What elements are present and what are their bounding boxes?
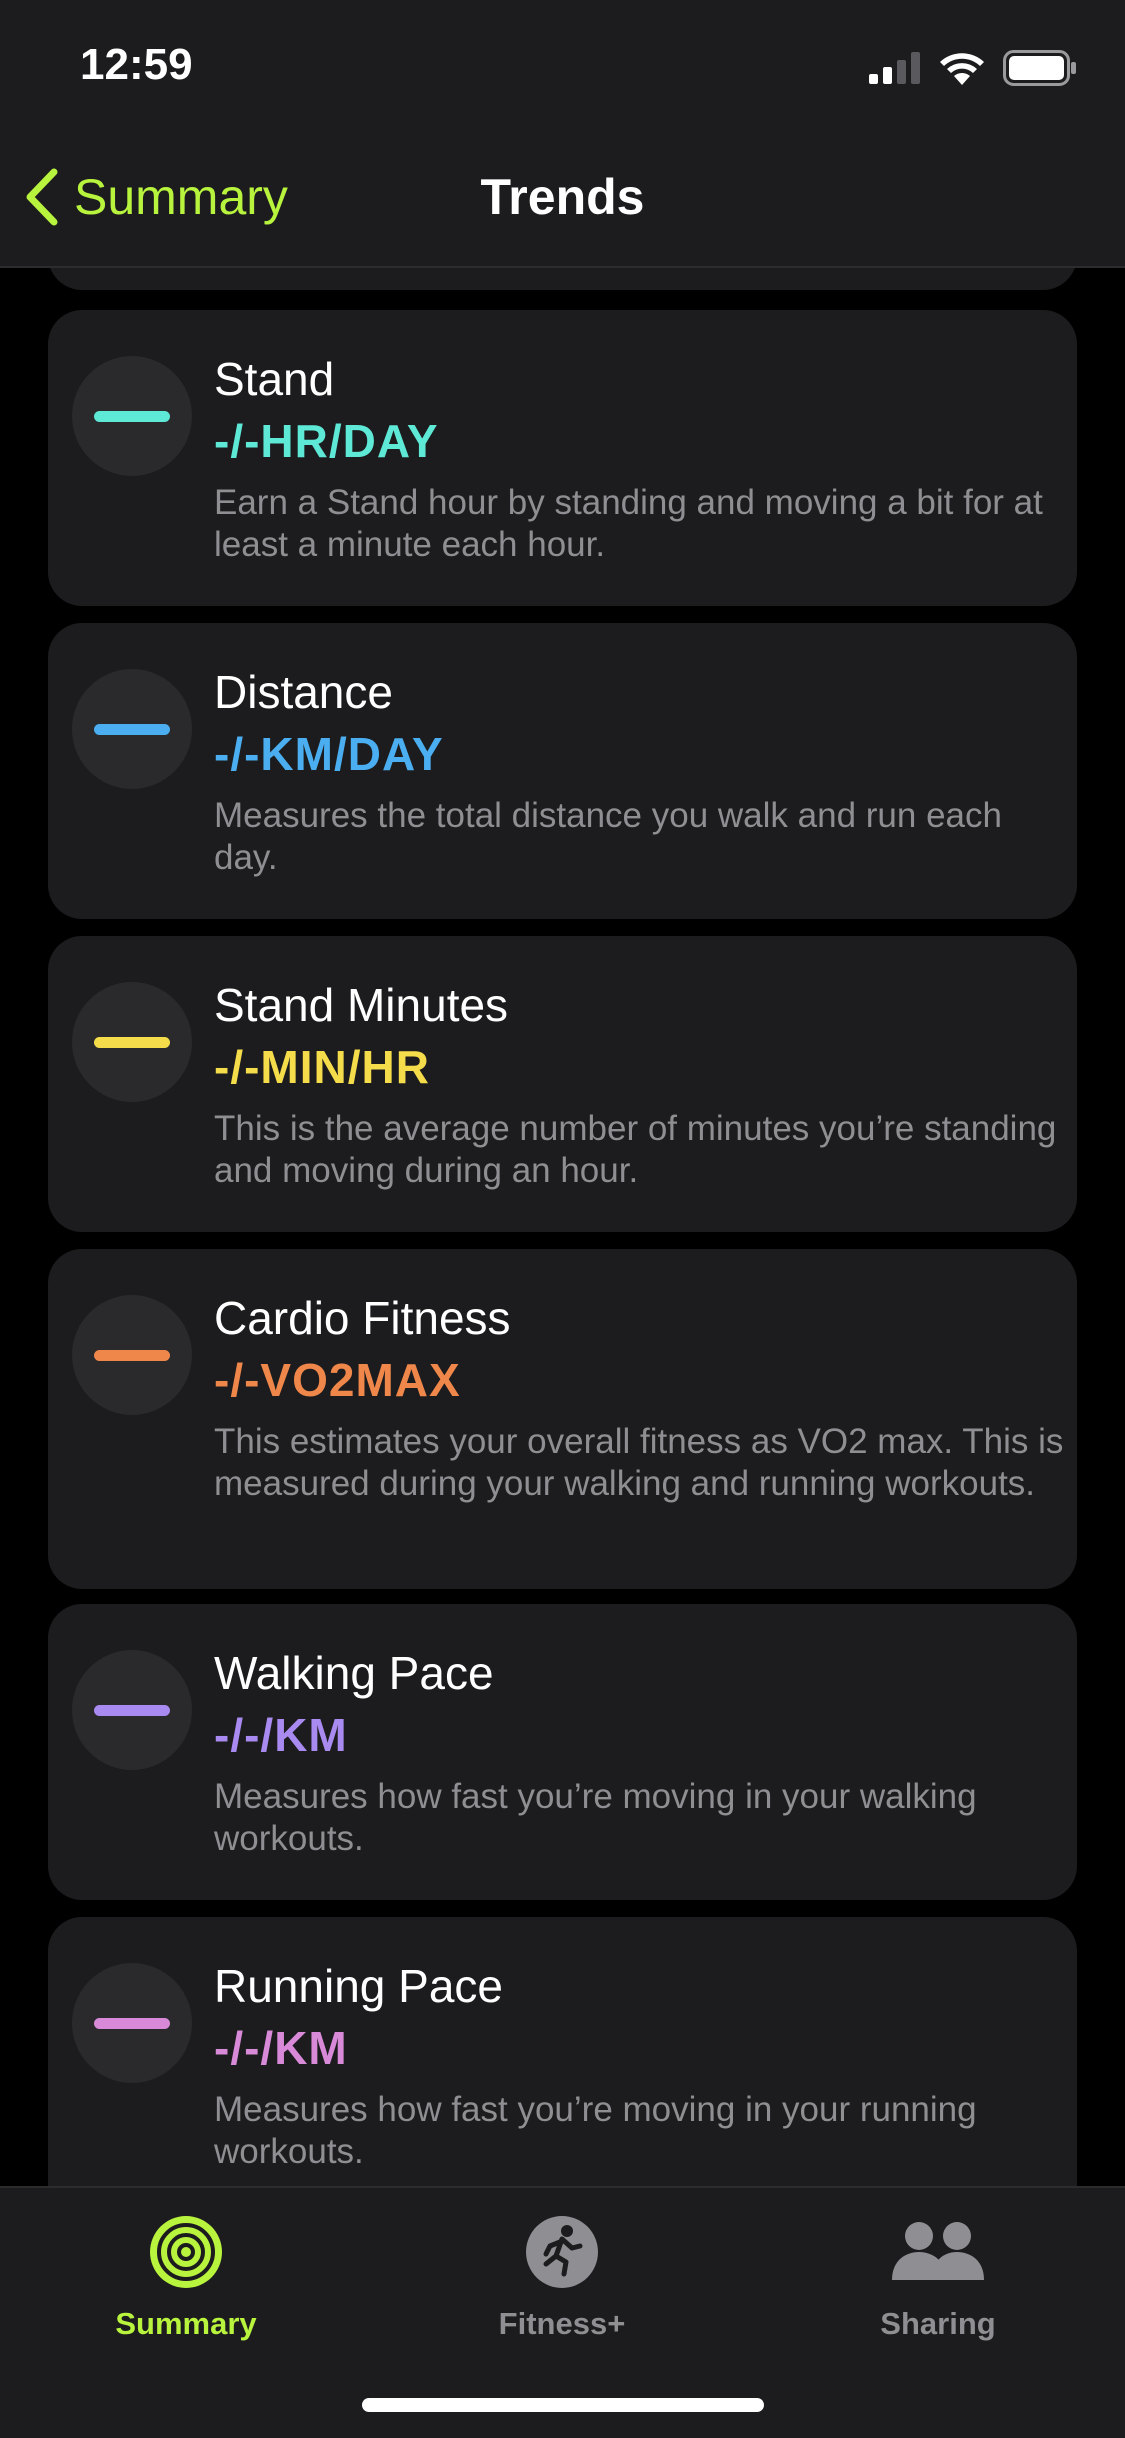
status-bar: 12:59 xyxy=(0,0,1125,140)
trend-description: Measures the total distance you walk and… xyxy=(214,796,1002,877)
trend-value: -/-HR/DAY xyxy=(214,415,439,467)
navigation-bar: Summary Trends xyxy=(0,140,1125,268)
trend-value: -/-/KM xyxy=(214,2022,348,2074)
trend-card-distance[interactable]: Distance -/-KM/DAY Measures the total di… xyxy=(48,623,1077,919)
trend-title: Walking Pace xyxy=(214,1647,494,1699)
tab-label: Summary xyxy=(115,2306,257,2341)
trend-dash-icon xyxy=(94,411,170,422)
trend-indicator xyxy=(72,982,192,1102)
trend-indicator xyxy=(72,1963,192,2083)
trend-value: -/-/KM xyxy=(214,1709,348,1761)
people-icon xyxy=(888,2212,988,2292)
tab-summary[interactable]: Summary xyxy=(36,2212,336,2342)
tab-sharing[interactable]: Sharing xyxy=(788,2212,1088,2342)
trend-title: Running Pace xyxy=(214,1960,503,2012)
trend-title: Stand xyxy=(214,353,335,405)
trend-title: Stand Minutes xyxy=(214,979,509,1031)
signal-icon xyxy=(869,52,920,84)
running-figure-icon xyxy=(522,2212,602,2292)
trend-indicator xyxy=(72,669,192,789)
trend-description: This is the average number of minutes yo… xyxy=(214,1109,1057,1190)
trend-card-stand[interactable]: Stand -/-HR/DAY Earn a Stand hour by sta… xyxy=(48,310,1077,606)
home-indicator[interactable] xyxy=(362,2398,764,2412)
tab-label: Fitness+ xyxy=(498,2306,626,2341)
trend-value: -/-MIN/HR xyxy=(214,1041,430,1093)
trend-dash-icon xyxy=(94,1350,170,1361)
trend-title: Distance xyxy=(214,666,393,718)
tab-label: Sharing xyxy=(880,2306,996,2341)
trend-indicator xyxy=(72,1295,192,1415)
status-time: 12:59 xyxy=(80,40,193,89)
trend-card-stand-minutes[interactable]: Stand Minutes -/-MIN/HR This is the aver… xyxy=(48,936,1077,1232)
trend-description: This estimates your overall fitness as V… xyxy=(214,1422,1064,1503)
activity-rings-icon xyxy=(146,2212,226,2292)
trend-indicator xyxy=(72,356,192,476)
trend-card-cardio-fitness[interactable]: Cardio Fitness -/-VO2MAX This estimates … xyxy=(48,1249,1077,1589)
trend-dash-icon xyxy=(94,1705,170,1716)
trend-value: -/-VO2MAX xyxy=(214,1354,461,1406)
trend-dash-icon xyxy=(94,724,170,735)
battery-icon xyxy=(1003,50,1076,86)
trend-card-running-pace[interactable]: Running Pace -/-/KM Measures how fast yo… xyxy=(48,1917,1077,2186)
trend-value: -/-KM/DAY xyxy=(214,728,444,780)
trend-description: Earn a Stand hour by standing and moving… xyxy=(214,483,1043,564)
trend-indicator xyxy=(72,1650,192,1770)
tab-fitness-plus[interactable]: Fitness+ xyxy=(412,2212,712,2342)
status-icons xyxy=(869,50,1077,86)
page-title: Trends xyxy=(480,169,645,225)
trend-dash-icon xyxy=(94,2018,170,2029)
wifi-icon xyxy=(940,53,984,85)
trend-title: Cardio Fitness xyxy=(214,1292,511,1344)
trend-card-walking-pace[interactable]: Walking Pace -/-/KM Measures how fast yo… xyxy=(48,1604,1077,1900)
trends-list[interactable]: Stand -/-HR/DAY Earn a Stand hour by sta… xyxy=(0,268,1125,2186)
trend-description: Measures how fast you’re moving in your … xyxy=(214,1777,977,1858)
trend-description: Measures how fast you’re moving in your … xyxy=(214,2090,977,2171)
trend-dash-icon xyxy=(94,1037,170,1048)
trend-card-partial xyxy=(48,268,1077,290)
